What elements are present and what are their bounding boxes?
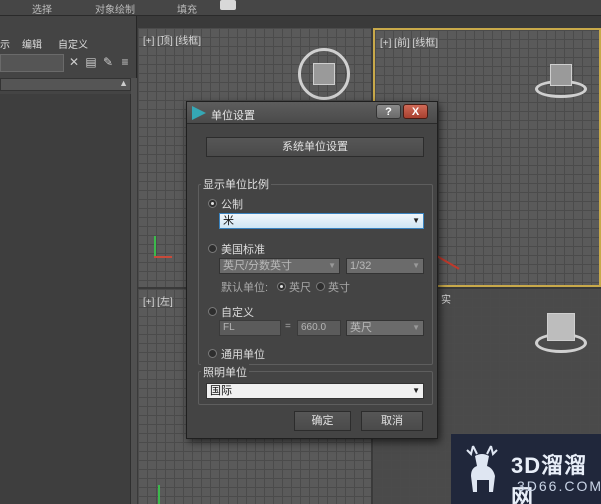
- scene-explorer-menubar: 示 编辑 自定义: [0, 34, 137, 51]
- viewport-perspective-label[interactable]: 实: [441, 291, 451, 306]
- us-standard-radio[interactable]: [208, 244, 217, 253]
- custom-value-field[interactable]: 660.0: [297, 320, 341, 336]
- ribbon-extra-icon[interactable]: [220, 0, 236, 10]
- ribbon-tab-populate[interactable]: 填充: [177, 1, 197, 16]
- scene-tree-scrollbar[interactable]: [131, 78, 137, 504]
- menu-edit[interactable]: 编辑: [22, 36, 42, 51]
- ribbon-bar: 选择 对象绘制 填充: [0, 0, 601, 16]
- chevron-down-icon: ▼: [412, 261, 420, 270]
- default-feet-label: 英尺: [289, 282, 311, 294]
- chevron-down-icon: ▼: [412, 323, 420, 332]
- custom-unit-value: 英尺: [350, 322, 372, 334]
- custom-label: 自定义: [221, 307, 254, 319]
- custom-radio[interactable]: [208, 307, 217, 316]
- close-button[interactable]: X: [403, 104, 428, 119]
- menu-display[interactable]: 示: [0, 36, 10, 51]
- viewcube-face[interactable]: [550, 64, 572, 86]
- scene-tree[interactable]: [0, 94, 131, 504]
- units-setup-dialog: 单位设置 ? X 系统单位设置 显示单位比例 公制 米 ▼ 美国标准 英尺/分数…: [186, 101, 438, 439]
- axis-y-icon: [154, 236, 156, 258]
- default-units-label: 默认单位:: [221, 282, 269, 294]
- lighting-units-dropdown[interactable]: 国际 ▼: [206, 383, 424, 399]
- viewport-left-label[interactable]: [+] [左]: [143, 293, 173, 308]
- axis-z-icon: [158, 485, 160, 504]
- sort-arrow-icon[interactable]: ▲: [119, 78, 128, 88]
- scene-search-input[interactable]: [0, 54, 64, 72]
- ok-button[interactable]: 确定: [294, 411, 351, 431]
- default-feet-radio[interactable]: [277, 282, 286, 291]
- dialog-titlebar[interactable]: 单位设置 ? X: [187, 102, 437, 124]
- metric-unit-dropdown[interactable]: 米 ▼: [219, 213, 424, 229]
- custom-symbol-field[interactable]: FL: [219, 320, 281, 336]
- watermark-title: 3D溜溜网: [511, 453, 588, 504]
- watermark: 3D溜溜网 3D66.COM: [451, 434, 601, 504]
- default-inches-label: 英寸: [328, 282, 350, 294]
- generic-units-radio[interactable]: [208, 349, 217, 358]
- us-standard-unit-dropdown[interactable]: 英尺/分数英寸 ▼: [219, 258, 340, 274]
- watermark-url: 3D66.COM: [517, 478, 601, 494]
- us-standard-label: 美国标准: [221, 244, 265, 256]
- chevron-down-icon: ▼: [328, 261, 336, 270]
- clear-search-icon[interactable]: ✕: [67, 55, 81, 69]
- menu-customize[interactable]: 自定义: [58, 36, 88, 51]
- system-unit-setup-button[interactable]: 系统单位设置: [206, 137, 424, 157]
- help-button[interactable]: ?: [376, 104, 401, 119]
- deer-logo-icon: [466, 445, 498, 492]
- chevron-down-icon: ▼: [412, 216, 420, 225]
- viewcube-face[interactable]: [313, 63, 335, 85]
- custom-equals-sign: =: [285, 321, 291, 332]
- display-unit-scale-legend: 显示单位比例: [201, 176, 271, 192]
- metric-unit-value: 米: [223, 215, 234, 227]
- lighting-units-legend: 照明单位: [201, 364, 249, 380]
- us-standard-fraction-dropdown[interactable]: 1/32 ▼: [346, 258, 424, 274]
- metric-radio[interactable]: [208, 199, 217, 208]
- custom-unit-dropdown[interactable]: 英尺 ▼: [346, 320, 424, 336]
- metric-label: 公制: [221, 199, 243, 211]
- chevron-down-icon: ▼: [412, 386, 420, 395]
- viewport-top-label[interactable]: [+] [顶] [线框]: [143, 32, 201, 47]
- viewport-front-label[interactable]: [+] [前] [线框]: [380, 34, 438, 49]
- viewcube-face[interactable]: [547, 313, 575, 341]
- axis-x-icon: [154, 256, 172, 258]
- ribbon-tab-select[interactable]: 选择: [32, 1, 52, 16]
- options-icon[interactable]: ≡: [118, 55, 132, 69]
- us-standard-unit-value: 英尺/分数英寸: [223, 260, 293, 272]
- dialog-title: 单位设置: [211, 110, 255, 122]
- scene-explorer-panel: 示 编辑 自定义 ✕ ▤ ✎ ≡ ▲: [0, 16, 137, 504]
- layer-icon[interactable]: ▤: [84, 55, 98, 69]
- app-icon: [192, 106, 206, 120]
- filter-icon[interactable]: ✎: [101, 55, 115, 69]
- column-header[interactable]: ▲: [0, 78, 131, 91]
- default-inches-radio[interactable]: [316, 282, 325, 291]
- us-standard-fraction-value: 1/32: [350, 260, 372, 272]
- generic-units-label: 通用单位: [221, 349, 265, 361]
- ribbon-tab-object-paint[interactable]: 对象绘制: [95, 1, 135, 16]
- cancel-button[interactable]: 取消: [361, 411, 423, 431]
- lighting-units-value: 国际: [210, 385, 232, 397]
